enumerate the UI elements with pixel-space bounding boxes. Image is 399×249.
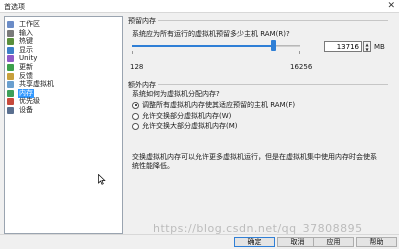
preferences-nav-list[interactable]: 工作区 输入 热键 显示 Unity 更新 反馈 共享虚拟机 内存 优先级 设备 xyxy=(4,16,123,234)
slider-fill xyxy=(132,45,274,47)
radio-swap-some[interactable]: 允许交换部分虚拟机内存(W) xyxy=(132,111,231,121)
priority-icon xyxy=(7,98,14,106)
radio-button[interactable] xyxy=(132,112,139,120)
close-icon[interactable]: ✕ xyxy=(387,1,395,11)
slider-thumb[interactable] xyxy=(270,40,276,51)
slider-min-label: 128 xyxy=(130,63,144,71)
unity-icon xyxy=(7,55,14,63)
radio-label: 调整所有虚拟机内存使其适应预留的主机 RAM(F) xyxy=(142,101,296,109)
memory-settings-panel: 预留内存 系统应为所有运行的虚拟机预留多少主机 RAM(R)? ▲ ▼ MB 1… xyxy=(128,16,390,234)
window-title: 首选项 xyxy=(4,3,25,11)
memory-stepper[interactable]: ▲ ▼ xyxy=(363,41,371,52)
apply-button[interactable]: 应用 xyxy=(313,237,354,247)
stepper-down-icon[interactable]: ▼ xyxy=(364,47,370,52)
radio-button[interactable] xyxy=(132,122,139,130)
radio-label: 允许交换大部分虚拟机内存(M) xyxy=(142,122,238,130)
section-divider xyxy=(158,20,388,21)
hotkey-icon xyxy=(7,38,14,46)
radio-fit-reserved[interactable]: 调整所有虚拟机内存使其适应预留的主机 RAM(F) xyxy=(132,100,295,110)
swap-description: 交换虚拟机内存可以允许更多虚拟机运行，但是在虚拟机集中使用内存时会使系统性能降低… xyxy=(132,153,377,170)
workspace-icon xyxy=(7,21,14,28)
title-bar: 首选项 ✕ xyxy=(0,0,399,13)
shared-vm-icon xyxy=(7,81,14,89)
slider-tick-max xyxy=(299,51,300,54)
extra-memory-question: 系统如何为虚拟机分配内存? xyxy=(132,90,220,98)
slider-max-label: 16256 xyxy=(290,63,313,71)
reserved-memory-prompt: 系统应为所有运行的虚拟机预留多少主机 RAM(R)? xyxy=(132,30,290,38)
mouse-cursor-icon xyxy=(98,174,106,185)
reserved-memory-input[interactable] xyxy=(324,41,362,52)
monitor-icon xyxy=(7,46,14,54)
device-icon xyxy=(7,107,14,114)
ok-button[interactable]: 确定 xyxy=(234,237,275,247)
reserved-memory-heading: 预留内存 xyxy=(128,17,156,25)
radio-label: 允许交换部分虚拟机内存(W) xyxy=(142,112,232,120)
cancel-button[interactable]: 取消 xyxy=(277,237,318,247)
reserved-memory-slider[interactable] xyxy=(132,40,300,54)
memory-icon xyxy=(7,89,14,97)
update-icon xyxy=(7,64,14,71)
radio-swap-most[interactable]: 允许交换大部分虚拟机内存(M) xyxy=(132,121,238,131)
memory-unit-label: MB xyxy=(374,43,385,51)
keyboard-icon xyxy=(7,29,14,37)
footer-divider xyxy=(0,234,399,235)
help-button[interactable]: 帮助 xyxy=(356,237,397,247)
nav-item-10[interactable]: 设备 xyxy=(7,106,120,115)
section-divider xyxy=(158,84,388,85)
slider-tick-min xyxy=(132,51,133,54)
feedback-icon xyxy=(7,72,14,80)
radio-button[interactable] xyxy=(132,101,139,109)
nav-item-label: 设备 xyxy=(19,106,33,114)
